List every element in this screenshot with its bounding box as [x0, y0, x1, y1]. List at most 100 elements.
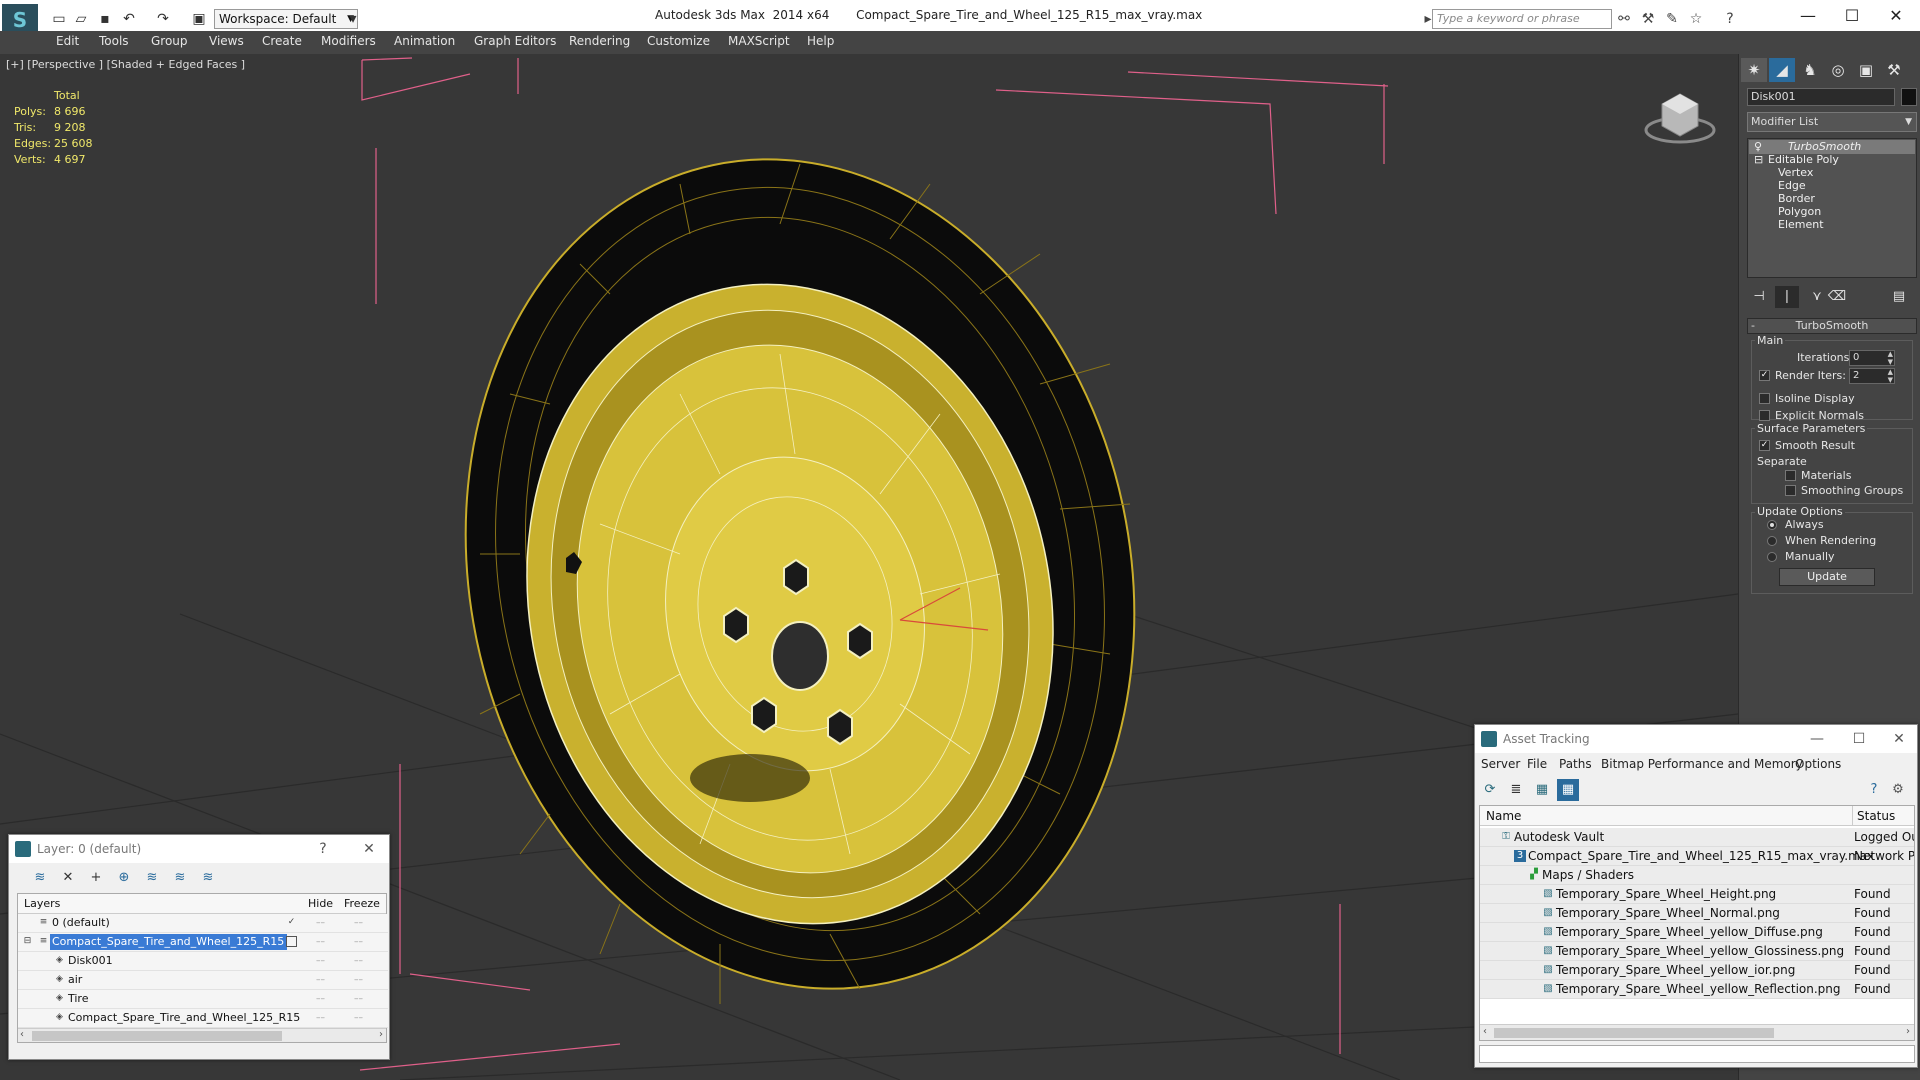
asset-menu-server[interactable]: Server [1481, 757, 1520, 771]
layer-row[interactable]: ◈ air –– –– [18, 971, 388, 990]
delete-layer-icon[interactable]: ✕ [57, 867, 79, 889]
list-view-icon[interactable]: ≣ [1505, 779, 1527, 801]
hierarchy-tab-icon[interactable]: ♞ [1797, 58, 1823, 82]
search-input[interactable]: Type a keyword or phrase [1432, 9, 1612, 29]
name-column-header[interactable]: Name [1486, 809, 1521, 823]
spinner-arrows-icon[interactable]: ▲ ▼ [1888, 350, 1893, 366]
binoculars-icon[interactable]: ⚯ [1614, 9, 1634, 29]
horizontal-scrollbar[interactable]: ‹ › [18, 1028, 386, 1042]
subscription-icon[interactable]: ⚒ [1638, 9, 1658, 29]
asset-row[interactable]: ⚿ Autodesk Vault Logged Ou [1480, 828, 1914, 847]
isoline-display-checkbox[interactable] [1759, 393, 1770, 404]
when-rendering-radio[interactable] [1767, 536, 1777, 546]
freeze-toggle[interactable]: –– [354, 956, 363, 966]
show-end-result-icon[interactable]: ❘ [1775, 286, 1799, 308]
scroll-right-icon[interactable]: › [1906, 1026, 1910, 1037]
scrollbar-thumb[interactable] [1494, 1028, 1774, 1038]
asset-row[interactable]: ▧ Temporary_Spare_Wheel_yellow_Reflectio… [1480, 980, 1914, 999]
scrollbar-thumb[interactable] [32, 1031, 282, 1041]
menu-views[interactable]: Views [209, 34, 244, 48]
freeze-toggle[interactable]: –– [354, 975, 363, 985]
help-icon[interactable]: ? [1720, 9, 1740, 29]
asset-minimize-button[interactable]: — [1799, 725, 1835, 753]
horizontal-scrollbar[interactable]: ‹ › [1480, 1024, 1914, 1040]
minimize-button[interactable]: — [1788, 4, 1828, 28]
freeze-all-layers-icon[interactable]: ≋ [197, 867, 219, 889]
remove-modifier-icon[interactable]: ⌫ [1825, 286, 1849, 308]
menu-create[interactable]: Create [262, 34, 302, 48]
asset-maximize-button[interactable]: ☐ [1841, 725, 1877, 753]
render-iters-spinner[interactable]: 2 ▲ ▼ [1849, 368, 1895, 384]
viewport-label[interactable]: [+] [Perspective ] [Shaded + Edged Faces… [6, 58, 245, 71]
freeze-toggle[interactable]: –– [354, 994, 363, 1004]
create-layer-icon[interactable]: ≋ [29, 867, 51, 889]
menu-group[interactable]: Group [151, 34, 188, 48]
freeze-column-header[interactable]: Freeze [344, 897, 380, 910]
pin-stack-icon[interactable]: ⊣ [1747, 286, 1771, 308]
asset-row[interactable]: 3 Compact_Spare_Tire_and_Wheel_125_R15_m… [1480, 847, 1914, 866]
redo-icon[interactable]: ↷ [154, 10, 172, 28]
hide-toggle[interactable]: –– [316, 994, 325, 1004]
project-folder-icon[interactable]: ▣ [190, 10, 208, 28]
hide-column-header[interactable]: Hide [308, 897, 333, 910]
table-view-icon[interactable]: ▦ [1531, 779, 1553, 801]
viewcube-icon[interactable] [1644, 93, 1716, 144]
maximize-button[interactable]: ☐ [1832, 4, 1872, 28]
hide-toggle[interactable]: –– [316, 937, 325, 947]
menu-edit[interactable]: Edit [56, 34, 79, 48]
asset-settings-icon[interactable]: ⚙ [1887, 779, 1909, 801]
freeze-toggle[interactable]: –– [354, 918, 363, 928]
motion-tab-icon[interactable]: ◎ [1825, 58, 1851, 82]
smoothing-groups-checkbox[interactable] [1785, 485, 1796, 496]
close-button[interactable]: ✕ [1876, 4, 1916, 28]
collapse-icon[interactable]: ⊟ [22, 936, 33, 947]
select-in-layer-icon[interactable]: ⊕ [113, 867, 135, 889]
asset-menu-options[interactable]: Options [1795, 757, 1841, 771]
smooth-result-checkbox[interactable]: ✓ [1759, 440, 1770, 451]
menu-help[interactable]: Help [807, 34, 834, 48]
asset-menu-paths[interactable]: Paths [1559, 757, 1592, 771]
asset-row[interactable]: ▧ Temporary_Spare_Wheel_yellow_ior.png F… [1480, 961, 1914, 980]
modifier-list-dropdown[interactable]: Modifier List ▼ [1747, 112, 1917, 132]
grid-view-icon[interactable]: ▦ [1557, 779, 1579, 801]
turbosmooth-rollout-title[interactable]: - TurboSmooth [1747, 318, 1917, 334]
layer-help-button[interactable]: ? [305, 835, 341, 863]
layer-row[interactable]: ◈ Compact_Spare_Tire_and_Wheel_125_R15 –… [18, 1009, 388, 1028]
iterations-spinner[interactable]: 0 ▲ ▼ [1849, 350, 1895, 366]
update-button[interactable]: Update [1779, 568, 1875, 586]
make-current-layer-icon[interactable] [286, 936, 297, 947]
favorites-star-icon[interactable]: ☆ [1686, 9, 1706, 29]
communication-center-icon[interactable]: ✎ [1662, 9, 1682, 29]
refresh-icon[interactable]: ⟳ [1479, 779, 1501, 801]
menu-tools[interactable]: Tools [99, 34, 129, 48]
current-layer-check-icon[interactable]: ✓ [286, 917, 297, 928]
configure-sets-icon[interactable]: ▤ [1887, 286, 1911, 308]
asset-menu-bitmap-performance[interactable]: Bitmap Performance and Memory [1601, 757, 1803, 771]
stack-vertex[interactable]: Vertex [1778, 166, 1813, 179]
new-file-icon[interactable]: ▭ [50, 10, 68, 28]
stack-polygon[interactable]: Polygon [1778, 205, 1821, 218]
hide-all-layers-icon[interactable]: ≋ [169, 867, 191, 889]
utilities-tab-icon[interactable]: ⚒ [1881, 58, 1907, 82]
stack-element[interactable]: Element [1778, 218, 1824, 231]
layer-row[interactable]: ◈ Disk001 –– –– [18, 952, 388, 971]
hide-toggle[interactable]: –– [316, 1013, 325, 1023]
workspace-dropdown[interactable]: Workspace: Default ▼ [214, 9, 358, 29]
asset-row[interactable]: ▞ Maps / Shaders [1480, 866, 1914, 885]
undo-icon[interactable]: ↶ [120, 10, 138, 28]
asset-row[interactable]: ▧ Temporary_Spare_Wheel_yellow_Diffuse.p… [1480, 923, 1914, 942]
hide-toggle[interactable]: –– [316, 918, 325, 928]
scroll-right-icon[interactable]: › [379, 1029, 383, 1040]
layer-row[interactable]: ◈ Tire –– –– [18, 990, 388, 1009]
layers-column-header[interactable]: Layers [24, 897, 60, 910]
menu-modifiers[interactable]: Modifiers [321, 34, 376, 48]
quick-access-menu-icon[interactable]: ▾ [344, 10, 362, 28]
lightbulb-icon[interactable]: ♀ [1754, 140, 1762, 153]
add-to-layer-icon[interactable]: + [85, 867, 107, 889]
materials-checkbox[interactable] [1785, 470, 1796, 481]
scroll-left-icon[interactable]: ‹ [20, 1029, 24, 1040]
highlight-layer-icon[interactable]: ≋ [141, 867, 163, 889]
stack-editable-poly[interactable]: Editable Poly [1768, 153, 1839, 166]
manually-radio[interactable] [1767, 552, 1777, 562]
stack-turbosmooth[interactable]: TurboSmooth [1788, 140, 1861, 153]
